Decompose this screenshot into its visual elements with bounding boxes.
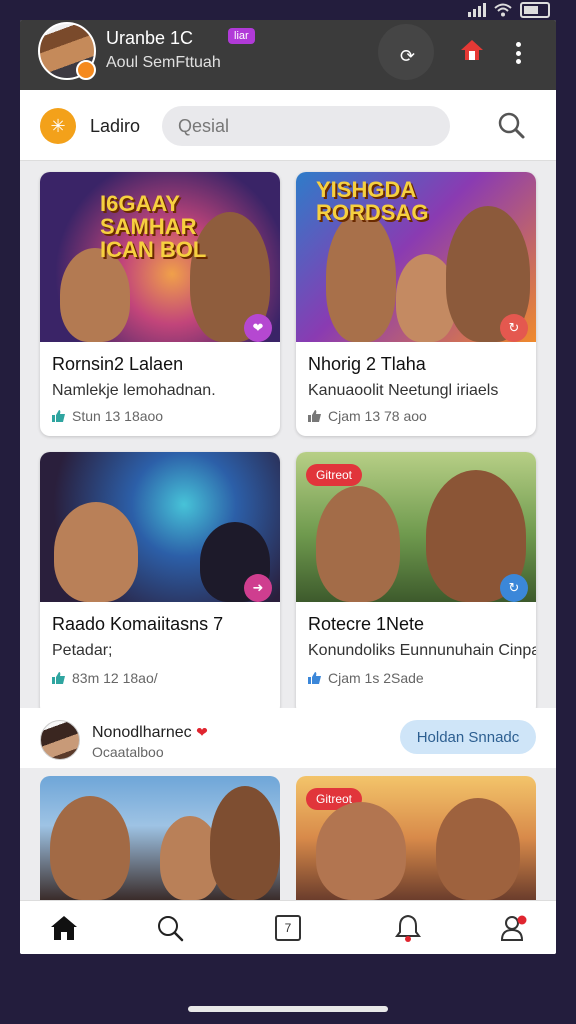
profile-icon bbox=[500, 915, 527, 941]
content-card[interactable]: YISHGDA RORDSAG ↻ Nhorig 2 Tlaha Kanuaoo… bbox=[296, 172, 536, 436]
card-title: Rornsin2 Lalaen bbox=[52, 354, 184, 374]
thumbs-up-icon bbox=[308, 410, 321, 422]
card-title: Nhorig 2 Tlaha bbox=[308, 354, 426, 374]
person-image bbox=[436, 798, 520, 900]
top-bar: Uranbe 1C liar Aoul SemFttuah ⟳ bbox=[20, 20, 556, 90]
suggested-user-row: Nonodlharnec ❤ Ocaatalboo Holdan Snnadc bbox=[20, 708, 556, 768]
wifi-icon bbox=[494, 3, 512, 17]
thumbs-up-icon bbox=[308, 672, 321, 684]
thumbs-up-icon bbox=[52, 672, 65, 684]
card-title: Rotecre 1Nete bbox=[308, 614, 425, 634]
card-stats-text: 83m 12 18ao/ bbox=[72, 670, 158, 686]
person-image bbox=[316, 802, 406, 900]
card-action-button[interactable]: ❤ bbox=[244, 314, 272, 342]
user-name: Uranbe 1C bbox=[106, 28, 194, 48]
home-indicator[interactable] bbox=[188, 1006, 388, 1012]
card-thumbnail: YISHGDA RORDSAG bbox=[296, 172, 536, 342]
refresh-icon: ⟳ bbox=[400, 46, 416, 66]
nav-profile[interactable] bbox=[496, 911, 532, 945]
content-card[interactable]: ➜ Raado Komaiitasns 7 Petadar; 83m 12 18… bbox=[40, 452, 280, 716]
card-action-button[interactable]: ➜ bbox=[244, 574, 272, 602]
card-thumbnail bbox=[40, 452, 280, 602]
card-overlay-title: I6GAAY SAMHAR ICAN BOL bbox=[100, 191, 207, 263]
search-bar: ✳ Ladiro bbox=[20, 90, 556, 161]
suggested-user-name-text: Nonodlharnec bbox=[92, 724, 192, 741]
bell-icon bbox=[395, 914, 421, 942]
content-card[interactable]: Gitreot bbox=[296, 776, 536, 900]
card-stats-text: Stun 13 18aoo bbox=[72, 408, 164, 424]
user-subtitle: Aoul SemFttuah bbox=[106, 54, 221, 71]
search-input[interactable] bbox=[162, 106, 450, 146]
card-description: Konundoliks Eunnunuhain Cinpal. bbox=[308, 642, 536, 659]
content-card[interactable] bbox=[40, 776, 280, 900]
card-description: Petadar; bbox=[52, 642, 113, 659]
content-card[interactable]: I6GAAY SAMHAR ICAN BOL ❤ Rornsin2 Lalaen… bbox=[40, 172, 280, 436]
status-bar bbox=[0, 0, 576, 22]
card-stats: 83m 12 18ao/ bbox=[52, 670, 158, 686]
person-image bbox=[50, 796, 130, 900]
brand-label: Ladiro bbox=[90, 116, 141, 136]
avatar[interactable] bbox=[40, 720, 80, 760]
search-icon[interactable] bbox=[496, 110, 526, 140]
follow-button[interactable]: Holdan Snnadc bbox=[400, 720, 536, 754]
person-image bbox=[210, 786, 280, 900]
card-stats: Stun 13 18aoo bbox=[52, 408, 163, 424]
person-image bbox=[54, 502, 138, 602]
person-image bbox=[60, 248, 130, 342]
brand-logo-icon[interactable]: ✳ bbox=[40, 108, 76, 144]
card-description: Kanuaoolit Neetungl iriaels bbox=[308, 382, 499, 399]
suggested-user-name: Nonodlharnec ❤ bbox=[92, 724, 208, 742]
nav-search[interactable] bbox=[152, 911, 188, 945]
status-badge: liar bbox=[228, 28, 255, 44]
heart-icon: ❤ bbox=[196, 724, 208, 740]
card-action-button[interactable]: ↻ bbox=[500, 574, 528, 602]
app-screen: Uranbe 1C liar Aoul SemFttuah ⟳ ✳ Ladiro… bbox=[20, 20, 556, 954]
nav-notifications[interactable] bbox=[390, 911, 426, 945]
nav-create[interactable]: 7 bbox=[270, 911, 306, 945]
card-stats: Cjam 13 78 aoo bbox=[308, 408, 427, 424]
card-stats-text: Cjam 1s 2Sade bbox=[328, 670, 424, 686]
bottom-nav: 7 bbox=[20, 900, 556, 954]
card-title: Raado Komaiitasns 7 bbox=[52, 614, 224, 634]
home-icon[interactable] bbox=[460, 38, 484, 62]
square-icon: 7 bbox=[275, 915, 301, 941]
status-icons bbox=[468, 2, 550, 18]
card-action-button[interactable]: ↻ bbox=[500, 314, 528, 342]
more-options-icon[interactable] bbox=[516, 42, 522, 64]
card-overlay-title: YISHGDA RORDSAG bbox=[316, 177, 429, 226]
thumbs-up-icon bbox=[52, 410, 65, 422]
home-icon bbox=[51, 916, 77, 940]
online-badge-icon bbox=[76, 60, 96, 80]
card-description: Namlekje lemohadnan. bbox=[52, 382, 216, 399]
card-thumbnail: Gitreot bbox=[296, 452, 536, 602]
signal-icon bbox=[468, 3, 486, 17]
card-stats: Cjam 1s 2Sade bbox=[308, 670, 424, 686]
suggested-user-subtitle: Ocaatalboo bbox=[92, 744, 164, 760]
battery-icon bbox=[520, 2, 550, 18]
content-card[interactable]: Gitreot ↻ Rotecre 1Nete Konundoliks Eunn… bbox=[296, 452, 536, 716]
card-stats-text: Cjam 13 78 aoo bbox=[328, 408, 427, 424]
search-icon bbox=[158, 916, 184, 942]
person-image bbox=[326, 212, 396, 342]
nav-home[interactable] bbox=[46, 911, 82, 945]
person-image bbox=[316, 486, 400, 602]
card-thumbnail: I6GAAY SAMHAR ICAN BOL bbox=[40, 172, 280, 342]
tag-badge: Gitreot bbox=[306, 464, 363, 486]
